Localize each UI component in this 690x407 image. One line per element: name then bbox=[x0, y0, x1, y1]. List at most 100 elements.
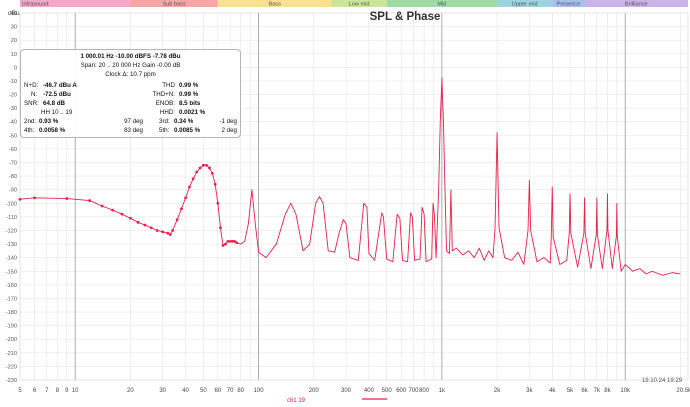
h4-value: 0.0058 % bbox=[39, 127, 66, 134]
x-tick-label-11: 60 bbox=[215, 388, 222, 394]
y-tick-label-24: -190 bbox=[6, 324, 17, 330]
series-point-18 bbox=[180, 207, 183, 211]
y-tick-label-11: -60 bbox=[9, 147, 17, 153]
h2-phase: 97 deg bbox=[124, 118, 143, 125]
y-tick-label-23: -180 bbox=[6, 310, 17, 316]
h2-value: 0.93 % bbox=[39, 118, 59, 125]
x-tick-label-23: 2k bbox=[494, 388, 501, 394]
x-tick-label-28: 7k bbox=[594, 388, 601, 394]
x-tick-label-22: 1k bbox=[439, 388, 446, 394]
h3-label: 3rd: bbox=[159, 118, 170, 125]
y-tick-label-7: -20 bbox=[9, 93, 17, 99]
series-point-1 bbox=[18, 197, 22, 201]
x-tick-label-24: 3k bbox=[526, 388, 533, 394]
y-tick-label-15: -100 bbox=[6, 201, 17, 207]
series-point-12 bbox=[155, 229, 159, 232]
series-point-9 bbox=[136, 220, 140, 224]
x-tick-label-19: 600 bbox=[396, 388, 407, 394]
hhd-value: 0.0021 % bbox=[179, 109, 206, 116]
y-tick-label-13: -80 bbox=[9, 174, 17, 180]
timestamp-label: 19.10.24 19:29 bbox=[642, 378, 683, 384]
spl-phase-window: Infrasound Sub bass Bass Low mid Mid Upper mi… bbox=[0, 0, 690, 407]
series-point-16 bbox=[171, 229, 175, 232]
x-tick-label-18: 500 bbox=[382, 388, 393, 394]
legend-series-label[interactable]: ch1 19 bbox=[287, 398, 306, 404]
y-tick-label-16: -110 bbox=[6, 215, 17, 221]
nd-value: -46.7 dBu A bbox=[43, 82, 77, 89]
x-tick-label-27: 6k bbox=[581, 388, 588, 394]
series-point-4 bbox=[88, 199, 92, 202]
series-point-27 bbox=[210, 171, 214, 175]
band-label-8: Brilliance bbox=[625, 2, 648, 8]
series-point-17 bbox=[175, 218, 179, 222]
y-tick-label-22: -170 bbox=[6, 296, 17, 302]
x-tick-label-13: 80 bbox=[237, 388, 244, 394]
y-tick-label-10: -50 bbox=[9, 133, 17, 139]
frequency-bands: Infrasound Sub bass Bass Low mid Mid Upper mi… bbox=[20, 0, 688, 8]
x-tick-label-17: 400 bbox=[364, 388, 375, 394]
series-point-8 bbox=[128, 216, 132, 220]
measurement-info-panel: 1 000.01 Hz -10.00 dBFS -7.78 dBu Span: … bbox=[20, 49, 241, 138]
band-label-4: Low mid bbox=[349, 2, 370, 8]
y-tick-label-2: 30 bbox=[11, 25, 17, 31]
y-tick-label-18: -130 bbox=[6, 242, 17, 248]
series-point-25 bbox=[205, 163, 208, 167]
y-tick-label-28: -230 bbox=[6, 378, 17, 384]
y-tick-label-8: -30 bbox=[9, 106, 17, 112]
series-point-13 bbox=[161, 230, 165, 234]
h4-phase: 83 deg bbox=[124, 127, 143, 134]
x-tick-label-10: 50 bbox=[200, 388, 207, 394]
snr-value: 64.8 dB bbox=[43, 100, 66, 107]
y-tick-label-6: -10 bbox=[9, 79, 17, 85]
x-tick-label-25: 4k bbox=[549, 388, 556, 394]
h3-phase: -1 deg bbox=[219, 118, 237, 125]
series-point-11 bbox=[149, 226, 153, 230]
series-point-10 bbox=[143, 223, 147, 227]
x-tick-label-7: 20 bbox=[127, 388, 134, 394]
series-point-2 bbox=[33, 196, 36, 200]
h5-phase: 2 deg bbox=[221, 127, 237, 134]
x-tick-label-3: 7 bbox=[45, 388, 49, 394]
hhd-label: HHD: bbox=[159, 109, 175, 116]
h3-value: 0.34 % bbox=[174, 118, 194, 125]
thdn-label: THD+N: bbox=[152, 91, 175, 98]
info-fundamental: 1 000.01 Hz -10.00 dBFS -7.78 dBu bbox=[80, 53, 181, 60]
enob-value: 8.5 bits bbox=[179, 100, 201, 107]
y-tick-label-20: -150 bbox=[6, 269, 17, 275]
x-tick-label-29: 8k bbox=[604, 388, 611, 394]
band-label-7: Presence bbox=[557, 2, 581, 8]
y-tick-label-12: -70 bbox=[9, 161, 17, 167]
x-axis-tick-labels: 5 6 7 8 9 10 20 30 40 50 60 70 80 100 200 300 400 500 600 7… bbox=[18, 388, 690, 394]
x-tick-label-8: 30 bbox=[159, 388, 166, 394]
chart-title: SPL & Phase bbox=[370, 11, 441, 23]
series-point-37 bbox=[235, 241, 239, 245]
series-point-23 bbox=[198, 166, 202, 170]
x-tick-label-31: 20.5kHz bbox=[676, 388, 690, 394]
series-point-22 bbox=[195, 170, 199, 174]
y-axis-unit-label: dBu bbox=[8, 10, 20, 17]
info-clock: Clock Δ: 10.7 ppm bbox=[105, 71, 156, 78]
series-point-5 bbox=[100, 204, 104, 208]
y-tick-label-26: -210 bbox=[6, 351, 17, 357]
x-tick-label-14: 100 bbox=[254, 388, 265, 394]
series-point-7 bbox=[120, 212, 124, 216]
x-tick-label-2: 6 bbox=[33, 388, 37, 394]
series-point-29 bbox=[216, 201, 220, 205]
noise-label: N: bbox=[31, 91, 38, 98]
series-point-31 bbox=[221, 244, 225, 247]
y-tick-label-4: 10 bbox=[11, 52, 17, 58]
x-tick-label-30: 10k bbox=[620, 388, 631, 394]
nd-label: N+D: bbox=[24, 82, 39, 89]
series-point-28 bbox=[213, 182, 217, 186]
x-tick-label-21: 800 bbox=[419, 388, 430, 394]
y-tick-label-5: 0 bbox=[14, 65, 17, 71]
band-label-2: Sub bass bbox=[162, 2, 186, 8]
series-point-24 bbox=[201, 163, 205, 167]
band-label-3: Bass bbox=[268, 2, 281, 8]
series-point-32 bbox=[224, 242, 227, 246]
y-tick-label-14: -90 bbox=[9, 188, 17, 194]
x-tick-label-9: 40 bbox=[182, 388, 189, 394]
enob-label: ENOB: bbox=[155, 100, 175, 107]
series-point-21 bbox=[191, 177, 195, 181]
series-point-20 bbox=[188, 185, 191, 189]
